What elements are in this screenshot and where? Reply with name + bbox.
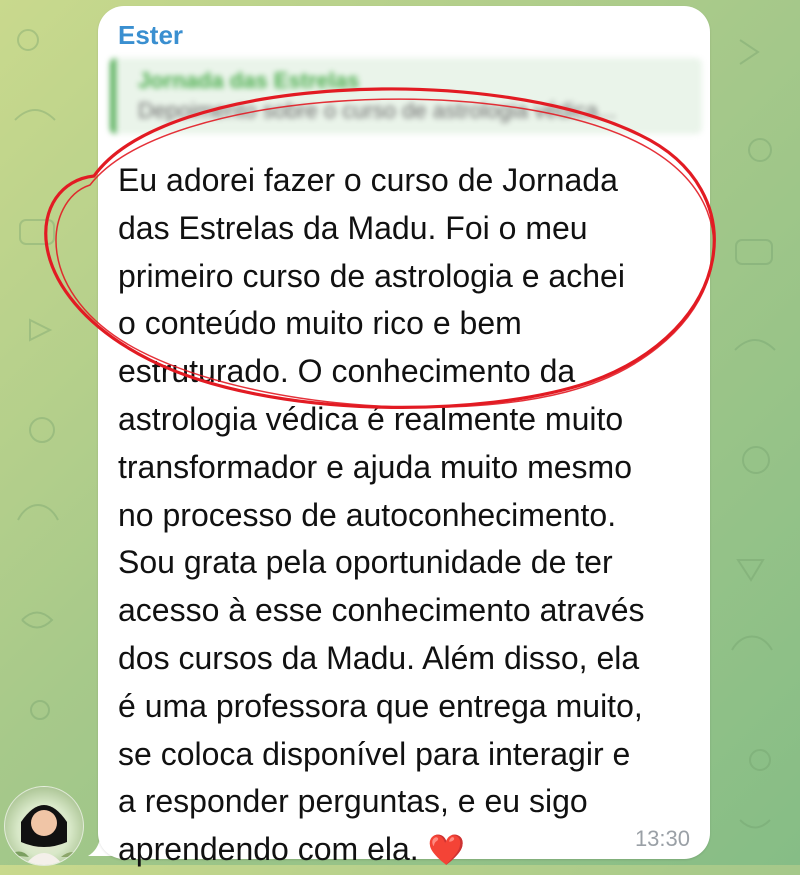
sender-name[interactable]: Ester — [118, 20, 183, 51]
message-line: o conteúdo muito rico e bem — [118, 305, 522, 342]
message-line: transformador e ajuda muito mesmo — [118, 448, 632, 485]
message-line: primeiro curso de astrologia e achei — [118, 257, 625, 294]
sender-avatar[interactable] — [4, 786, 84, 866]
message-line: dos cursos da Madu. Além disso, ela — [118, 639, 640, 676]
message-line: se coloca disponível para interagir e — [118, 735, 631, 772]
message-text: Eu adorei fazer o curso de Jornada das E… — [118, 157, 698, 874]
message-line: no processo de autoconhecimento. — [118, 496, 617, 533]
message-line-last: aprendendo com ela. ❤️ — [118, 826, 698, 874]
message-line: Eu adorei fazer o curso de Jornada — [118, 162, 618, 198]
message-line: estruturado. O conhecimento da — [118, 353, 576, 390]
message-line: é uma professora que entrega muito, — [118, 687, 643, 724]
reply-title: Jornada das Estrelas — [138, 68, 360, 93]
message-line: aprendendo com ela. — [118, 831, 419, 868]
message-line: Sou grata pela oportunidade de ter — [118, 544, 613, 581]
message-bubble[interactable]: Ester Jornada das Estrelas Depoimento so… — [98, 6, 710, 867]
reply-text: Depoimento sobre o curso de astrologia v… — [138, 98, 617, 123]
reply-preview[interactable]: Jornada das Estrelas Depoimento sobre o … — [110, 58, 702, 134]
message-line: das Estrelas da Madu. Foi o meu — [118, 209, 588, 246]
message-line: acesso à esse conhecimento através — [118, 592, 645, 629]
red-heart-icon: ❤️ — [427, 834, 465, 868]
message-time: 13:30 — [634, 826, 690, 851]
message-line: a responder perguntas, e eu sigo — [118, 783, 588, 820]
message-line: astrologia védica é realmente muito — [118, 400, 624, 437]
avatar-photo-icon — [9, 805, 83, 865]
